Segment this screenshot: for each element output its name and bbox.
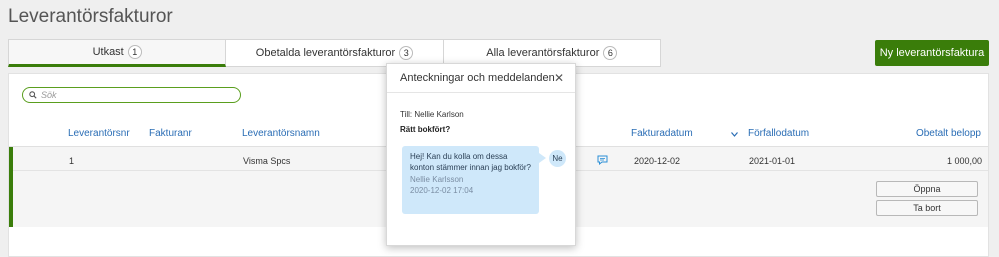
cell-invoice-date: 2020-12-02	[634, 156, 681, 166]
column-header-invoice-no[interactable]: Fakturanr	[149, 128, 192, 139]
cell-supplier-name: Visma Spcs	[243, 156, 291, 166]
avatar: Ne	[549, 150, 566, 167]
column-header-supplier-no[interactable]: Leverantörsnr	[68, 128, 130, 139]
tab-drafts[interactable]: Utkast 1	[8, 39, 227, 67]
recipient-line: Till: Nellie Karlson	[400, 110, 464, 119]
message-text: Hej! Kan du kolla om dessa konton stämme…	[410, 152, 531, 172]
column-header-unpaid-amount[interactable]: Obetalt belopp	[916, 128, 981, 139]
message-subject: Rätt bokfört?	[400, 125, 451, 134]
cell-supplier-no: 1	[69, 156, 75, 166]
comment-icon[interactable]	[597, 155, 608, 165]
tab-label: Utkast	[92, 46, 124, 58]
open-button[interactable]: Öppna	[876, 181, 978, 197]
close-icon[interactable]: ✕	[553, 72, 565, 84]
column-header-due-date[interactable]: Förfallodatum	[748, 128, 809, 139]
message-timestamp: 2020-12-02 17:04	[410, 186, 474, 195]
column-header-invoice-date[interactable]: Fakturadatum	[631, 128, 693, 139]
search-box	[22, 87, 241, 103]
notes-popup: Anteckningar och meddelanden ✕ Till: Nel…	[386, 63, 576, 246]
sort-chevron-down-icon[interactable]	[731, 132, 738, 137]
popup-title: Anteckningar och meddelanden	[400, 72, 555, 84]
message-bubble: Hej! Kan du kolla om dessa konton stämme…	[402, 146, 546, 214]
popup-header: Anteckningar och meddelanden ✕	[387, 64, 575, 93]
tab-label: Obetalda leverantörsfakturor	[255, 47, 396, 59]
count-badge: 6	[603, 46, 618, 60]
count-badge: 3	[399, 46, 414, 60]
count-badge: 1	[127, 45, 142, 59]
tab-label: Alla leverantörsfakturor	[486, 47, 600, 59]
search-input[interactable]	[41, 90, 231, 100]
page-title: Leverantörsfakturor	[8, 6, 173, 27]
delete-button[interactable]: Ta bort	[876, 200, 978, 216]
message-author: Nellie Karlsson	[410, 175, 464, 184]
new-invoice-button[interactable]: Ny leverantörsfaktura	[875, 40, 989, 66]
search-icon	[29, 91, 37, 99]
cell-due-date: 2021-01-01	[749, 156, 796, 166]
cell-unpaid-amount: 1 000,00	[946, 156, 982, 166]
column-header-supplier-name[interactable]: Leverantörsnamn	[242, 128, 320, 139]
